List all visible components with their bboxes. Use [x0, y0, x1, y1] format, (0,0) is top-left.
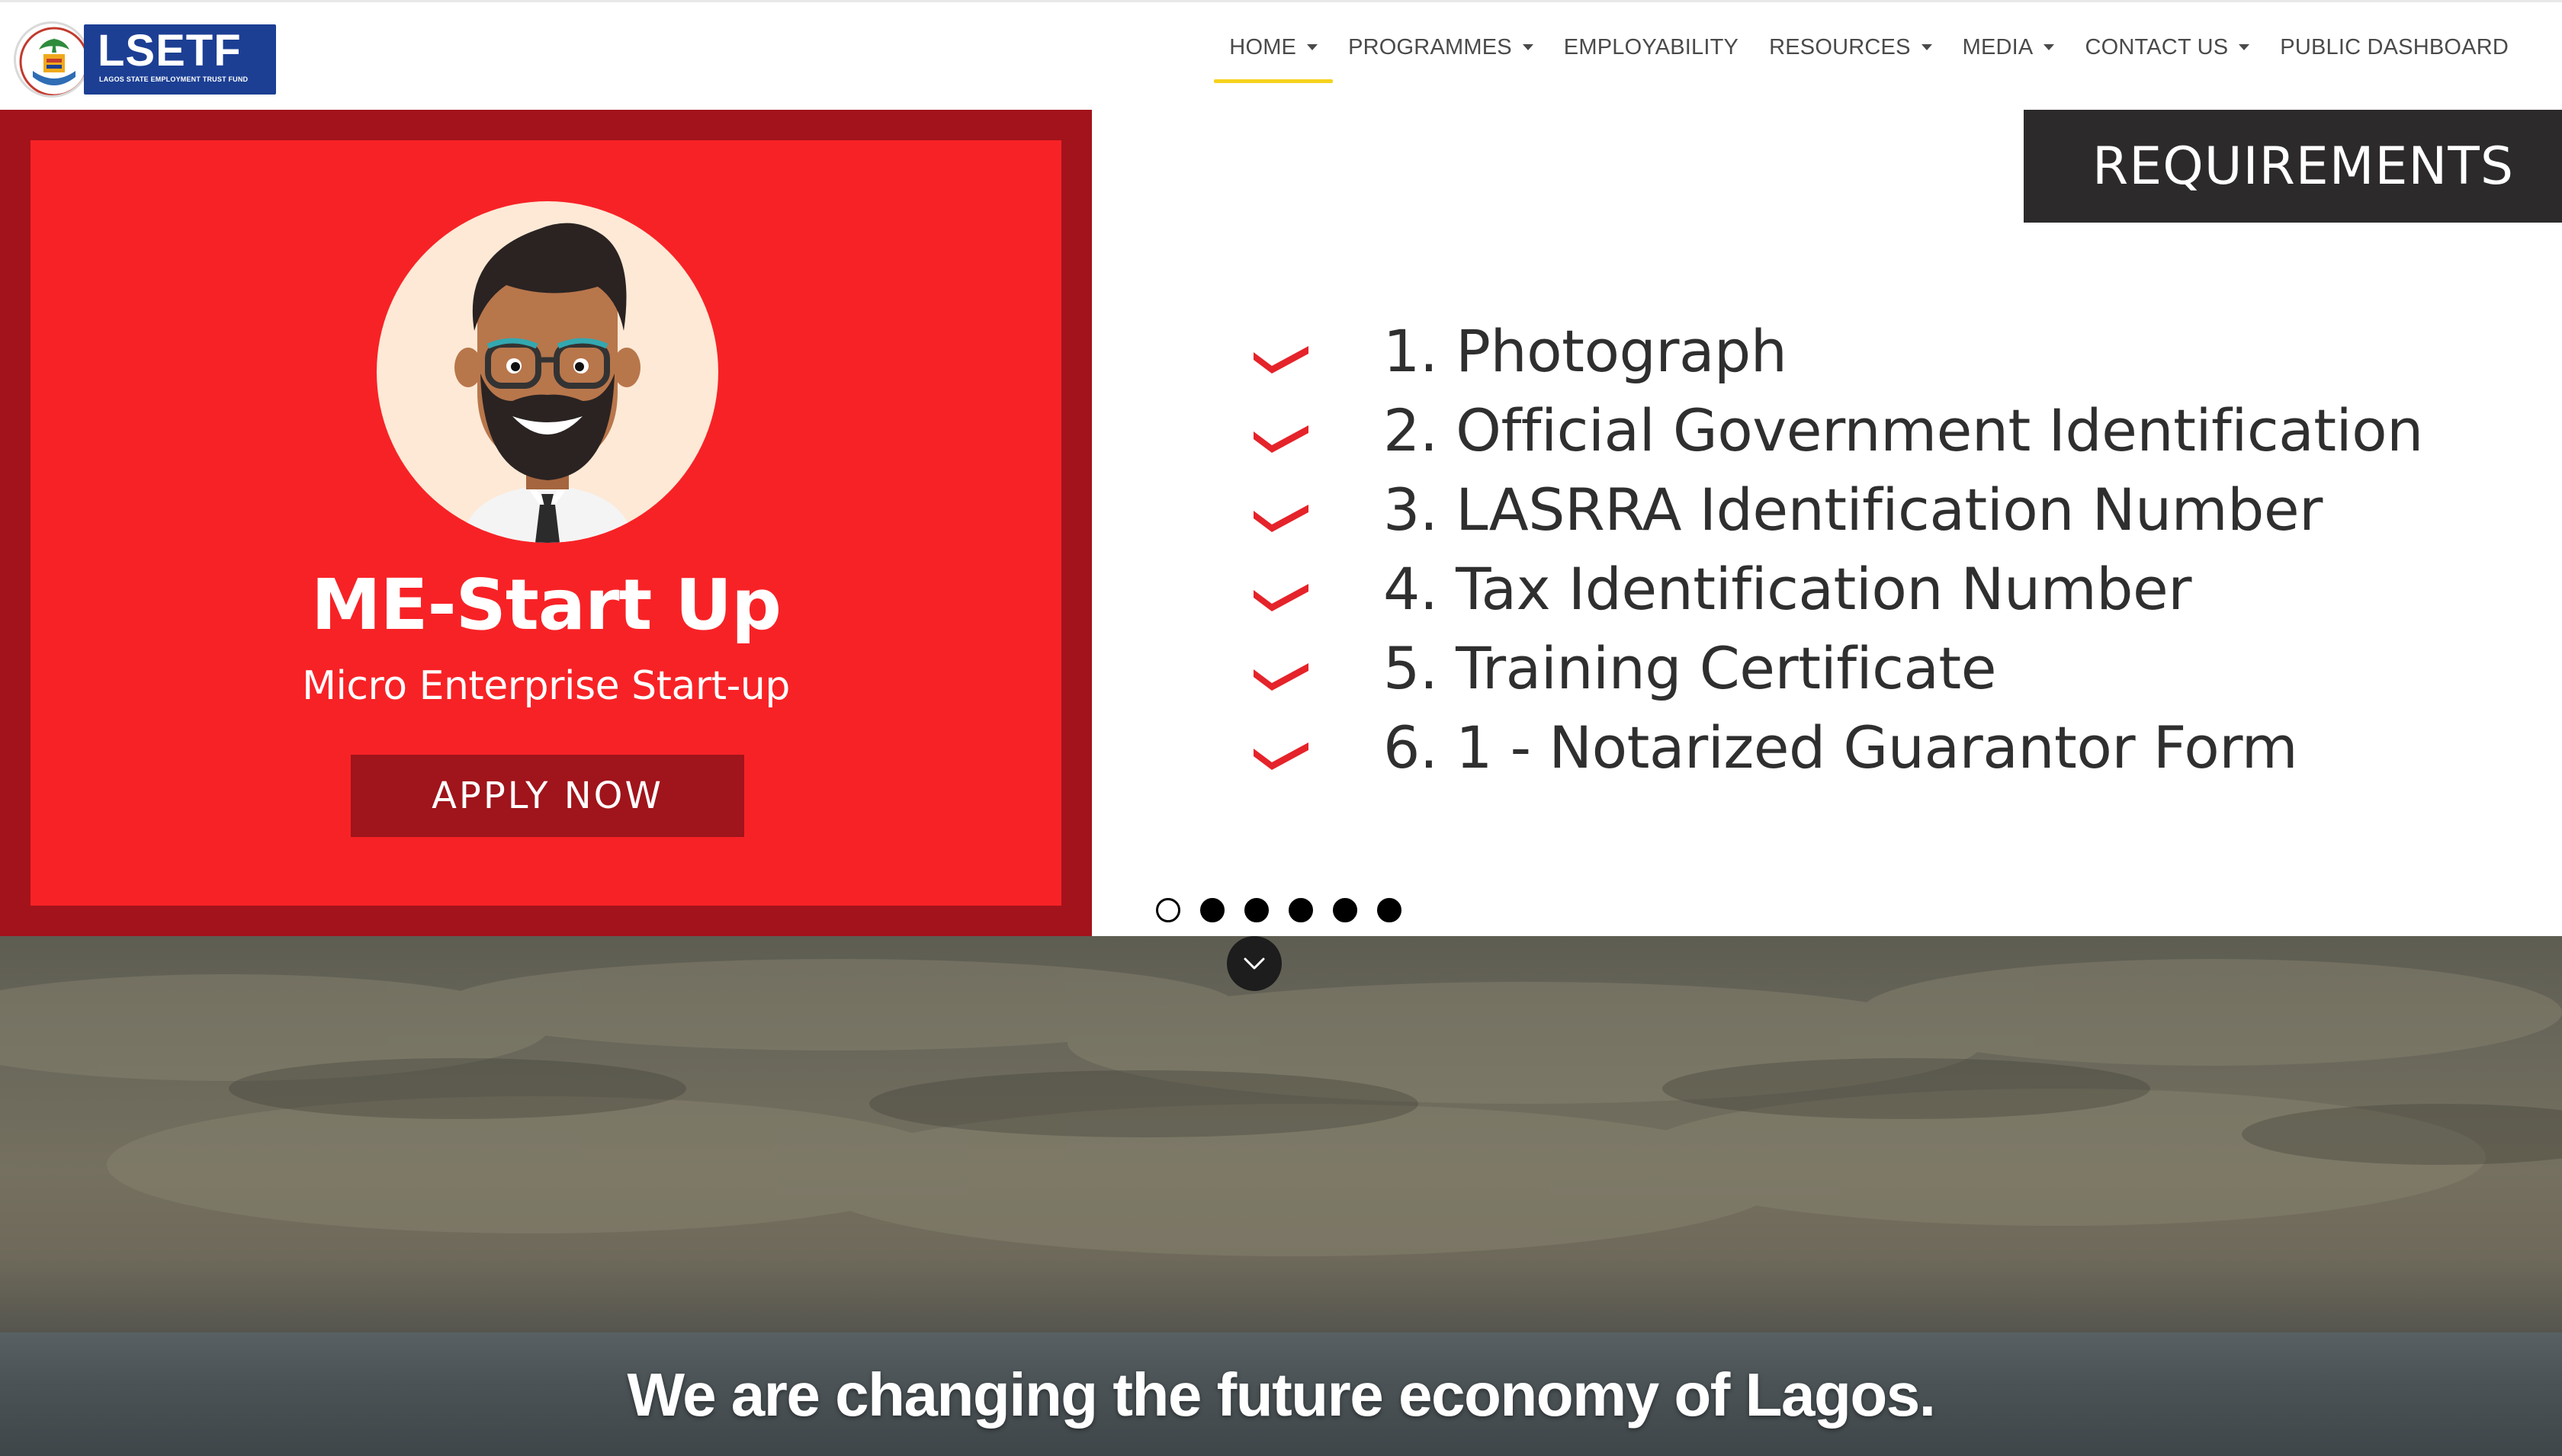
promo-banner: ME-Start Up Micro Enterprise Start-up AP…	[0, 110, 1092, 936]
caret-down-icon	[1921, 44, 1932, 50]
nav-media[interactable]: MEDIA	[1947, 2, 2070, 92]
requirement-text: 1. Photograph	[1383, 317, 1787, 385]
lagos-state-seal	[14, 21, 90, 98]
caret-down-icon	[2239, 44, 2250, 50]
checkmark-icon	[1254, 584, 1308, 611]
nav-employability-label: EMPLOYABILITY	[1563, 34, 1739, 59]
nav-home-label: HOME	[1229, 34, 1297, 59]
hero-tagline: We are changing the future economy of La…	[627, 1361, 1936, 1429]
nav-programmes-label: PROGRAMMES	[1348, 34, 1512, 59]
nav-media-label: MEDIA	[1962, 34, 2034, 59]
slider-dot-6[interactable]	[1377, 898, 1401, 922]
nav-home[interactable]: HOME	[1214, 2, 1333, 92]
nav-public-dashboard-label: PUBLIC DASHBOARD	[2280, 34, 2509, 59]
checkmark-icon	[1254, 425, 1308, 453]
requirement-text: 6. 1 - Notarized Guarantor Form	[1383, 714, 2298, 781]
slider-dot-5[interactable]	[1333, 898, 1357, 922]
slider-dot-2[interactable]	[1200, 898, 1225, 922]
scroll-down-button[interactable]	[1227, 936, 1282, 991]
logo-wordmark: LSETF	[98, 26, 242, 75]
entrepreneur-avatar-illustration	[377, 201, 718, 543]
nav-contact-us[interactable]: CONTACT US	[2069, 2, 2265, 92]
promo-panel: ME-Start Up Micro Enterprise Start-up AP…	[30, 140, 1061, 906]
slider-dot-4[interactable]	[1289, 898, 1313, 922]
apply-now-button[interactable]: APPLY NOW	[351, 755, 744, 837]
nav-resources[interactable]: RESOURCES	[1754, 2, 1947, 92]
nav-employability[interactable]: EMPLOYABILITY	[1549, 2, 1754, 92]
main-nav: HOME PROGRAMMES EMPLOYABILITY RESOURCES …	[1214, 2, 2562, 112]
caret-down-icon	[1522, 44, 1533, 50]
slider-dot-1[interactable]	[1156, 898, 1180, 922]
caret-down-icon	[2043, 44, 2055, 50]
requirement-text: 3. LASRRA Identification Number	[1383, 476, 2323, 544]
checkmark-icon	[1254, 505, 1308, 532]
nav-resources-label: RESOURCES	[1769, 34, 1911, 59]
requirement-text: 2. Official Government Identification	[1383, 396, 2423, 464]
checkmark-icon	[1254, 663, 1308, 691]
promo-subtitle: Micro Enterprise Start-up	[302, 663, 790, 709]
nav-programmes[interactable]: PROGRAMMES	[1333, 2, 1549, 92]
lsetf-logo[interactable]: LSETF LAGOS STATE EMPLOYMENT TRUST FUND	[14, 21, 276, 98]
chevron-down-icon	[1244, 957, 1265, 970]
nav-public-dashboard[interactable]: PUBLIC DASHBOARD	[2265, 2, 2562, 92]
checkmark-icon	[1254, 346, 1308, 374]
site-header: LSETF LAGOS STATE EMPLOYMENT TRUST FUND …	[0, 0, 2562, 110]
caret-down-icon	[1307, 44, 1318, 50]
hero-slider: ME-Start Up Micro Enterprise Start-up AP…	[0, 110, 2562, 936]
slider-pagination	[1156, 898, 1401, 922]
requirements-heading: REQUIREMENTS	[2024, 110, 2562, 223]
promo-title: ME-Start Up	[311, 564, 782, 646]
hero-banner: We are changing the future economy of La…	[0, 936, 2562, 1456]
slider-dot-3[interactable]	[1244, 898, 1269, 922]
logo-wordmark-box: LSETF LAGOS STATE EMPLOYMENT TRUST FUND	[84, 24, 276, 95]
requirement-text: 4. Tax Identification Number	[1383, 555, 2191, 623]
logo-subtext: LAGOS STATE EMPLOYMENT TRUST FUND	[99, 75, 249, 83]
requirement-text: 5. Training Certificate	[1383, 634, 1996, 702]
nav-contact-us-label: CONTACT US	[2085, 34, 2229, 59]
checkmark-icon	[1254, 742, 1308, 770]
